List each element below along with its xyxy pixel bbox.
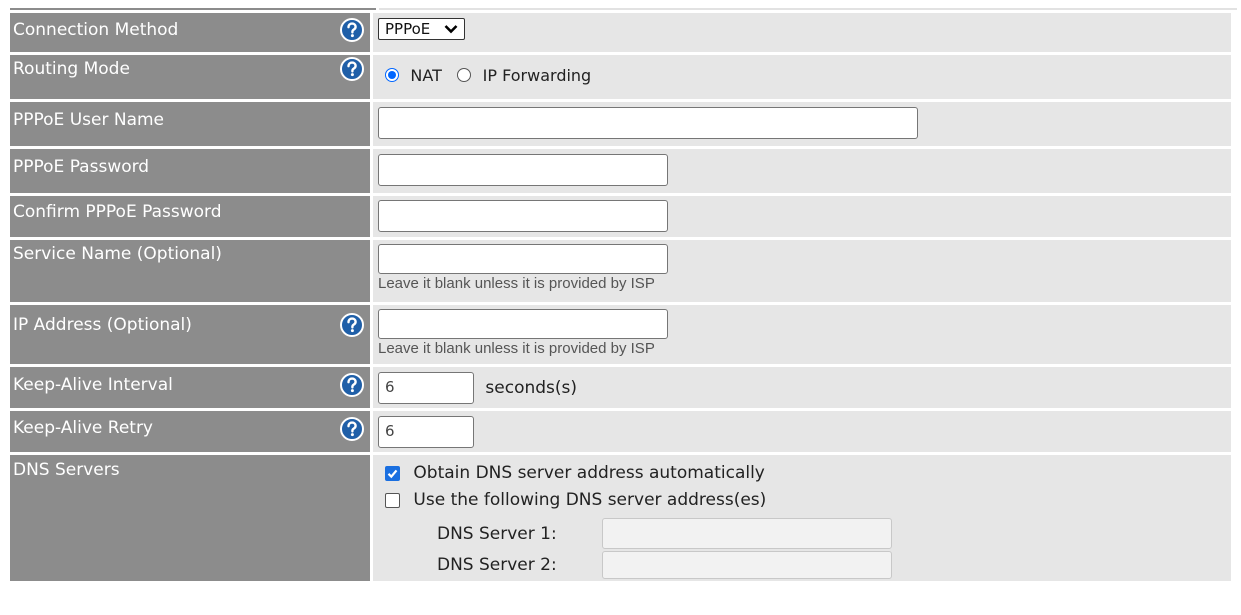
dns-server-1-input[interactable] [602, 518, 893, 549]
pppoe-password-label: PPPoE Password [13, 157, 150, 177]
keep-alive-retry-input[interactable]: 6 [378, 416, 474, 448]
value-cell: Leave it blank unless it is provided by … [373, 305, 1231, 364]
confirm-pppoe-password-label: Confirm PPPoE Password [13, 202, 222, 222]
dns-obtain-auto-checkbox[interactable] [385, 465, 400, 481]
keep-alive-retry-label: Keep-Alive Retry [13, 418, 153, 438]
value-cell: Leave it blank unless it is provided by … [373, 240, 1231, 302]
row-connection-method: Connection Method PPPoE [10, 13, 1231, 52]
help-icon[interactable] [340, 313, 364, 337]
confirm-pppoe-password-input[interactable] [378, 200, 668, 232]
help-icon[interactable] [340, 417, 364, 441]
dns-obtain-auto-row: Obtain DNS server address automatically [385, 463, 1231, 490]
value-cell: 6 seconds(s) [373, 367, 1231, 408]
service-name-input[interactable] [378, 244, 668, 274]
value-cell: PPPoE [373, 13, 1231, 52]
row-pppoe-password: PPPoE Password [10, 149, 1231, 193]
dns-server-1-label: DNS Server 1: [437, 523, 557, 544]
connection-method-label: Connection Method [13, 20, 179, 40]
label-cell: Keep-Alive Retry [10, 411, 370, 452]
dns-server-1-row: DNS Server 1: [385, 518, 1231, 551]
routing-nat-radio[interactable] [385, 68, 399, 82]
value-cell: NAT IP Forwarding [373, 55, 1231, 99]
help-icon[interactable] [340, 373, 364, 397]
label-cell: Connection Method [10, 13, 370, 52]
value-cell: Obtain DNS server address automatically … [373, 455, 1231, 581]
label-cell: PPPoE User Name [10, 102, 370, 146]
row-routing-mode: Routing Mode NAT IP Forwarding [10, 55, 1231, 99]
pppoe-user-name-input[interactable] [378, 107, 918, 139]
row-keep-alive-interval: Keep-Alive Interval 6 seconds(s) [10, 367, 1231, 408]
pppoe-password-input[interactable] [378, 154, 668, 186]
checkmark-icon [387, 469, 398, 478]
row-ip-address: IP Address (Optional) Leave it blank unl… [10, 305, 1231, 364]
label-cell: IP Address (Optional) [10, 305, 370, 364]
ip-address-input[interactable] [378, 309, 668, 339]
connection-method-select[interactable]: PPPoE [378, 18, 466, 40]
connection-method-value: PPPoE [385, 20, 431, 38]
ip-address-hint: Leave it blank unless it is provided by … [378, 340, 655, 357]
row-pppoe-user-name: PPPoE User Name [10, 102, 1231, 146]
label-cell: Service Name (Optional) [10, 240, 370, 302]
dns-server-2-row: DNS Server 2: [385, 551, 1231, 581]
row-confirm-pppoe-password: Confirm PPPoE Password [10, 196, 1231, 237]
keep-alive-interval-unit: seconds(s) [485, 378, 578, 398]
label-cell: DNS Servers [10, 455, 370, 581]
service-name-label: Service Name (Optional) [13, 244, 222, 264]
row-keep-alive-retry: Keep-Alive Retry 6 [10, 411, 1231, 452]
service-name-hint: Leave it blank unless it is provided by … [378, 275, 655, 292]
value-cell [373, 196, 1231, 237]
keep-alive-interval-label: Keep-Alive Interval [13, 375, 173, 395]
label-cell: Keep-Alive Interval [10, 367, 370, 408]
label-cell: PPPoE Password [10, 149, 370, 193]
wan-settings-form: Connection Method PPPoE Routing Mode NAT [7, 10, 1234, 584]
pppoe-user-name-label: PPPoE User Name [13, 110, 164, 130]
dns-server-2-label: DNS Server 2: [437, 555, 557, 575]
help-icon[interactable] [340, 18, 364, 42]
help-icon[interactable] [340, 57, 364, 81]
label-cell: Confirm PPPoE Password [10, 196, 370, 237]
dns-use-following-checkbox[interactable] [385, 492, 400, 508]
top-strip [0, 0, 1241, 10]
value-cell [373, 149, 1231, 193]
routing-ip-forwarding-radio[interactable] [457, 68, 472, 82]
routing-ip-forwarding-label: IP Forwarding [482, 65, 592, 85]
dns-use-following-label: Use the following DNS server address(es) [413, 490, 767, 510]
dns-use-following-row: Use the following DNS server address(es) [385, 490, 1231, 518]
ip-address-label: IP Address (Optional) [13, 315, 192, 335]
value-cell: 6 [373, 411, 1231, 452]
value-cell [373, 102, 1231, 146]
dns-server-2-input[interactable] [602, 551, 893, 579]
routing-nat-label: NAT [410, 65, 442, 85]
routing-mode-label: Routing Mode [13, 59, 130, 79]
row-dns-servers: DNS Servers Obtain DNS server address au… [10, 455, 1231, 581]
dns-obtain-auto-label: Obtain DNS server address automatically [413, 463, 765, 483]
dns-servers-label: DNS Servers [13, 460, 120, 480]
chevron-down-icon [444, 20, 458, 38]
label-cell: Routing Mode [10, 55, 370, 99]
keep-alive-interval-input[interactable]: 6 [378, 372, 474, 404]
row-service-name: Service Name (Optional) Leave it blank u… [10, 240, 1231, 302]
